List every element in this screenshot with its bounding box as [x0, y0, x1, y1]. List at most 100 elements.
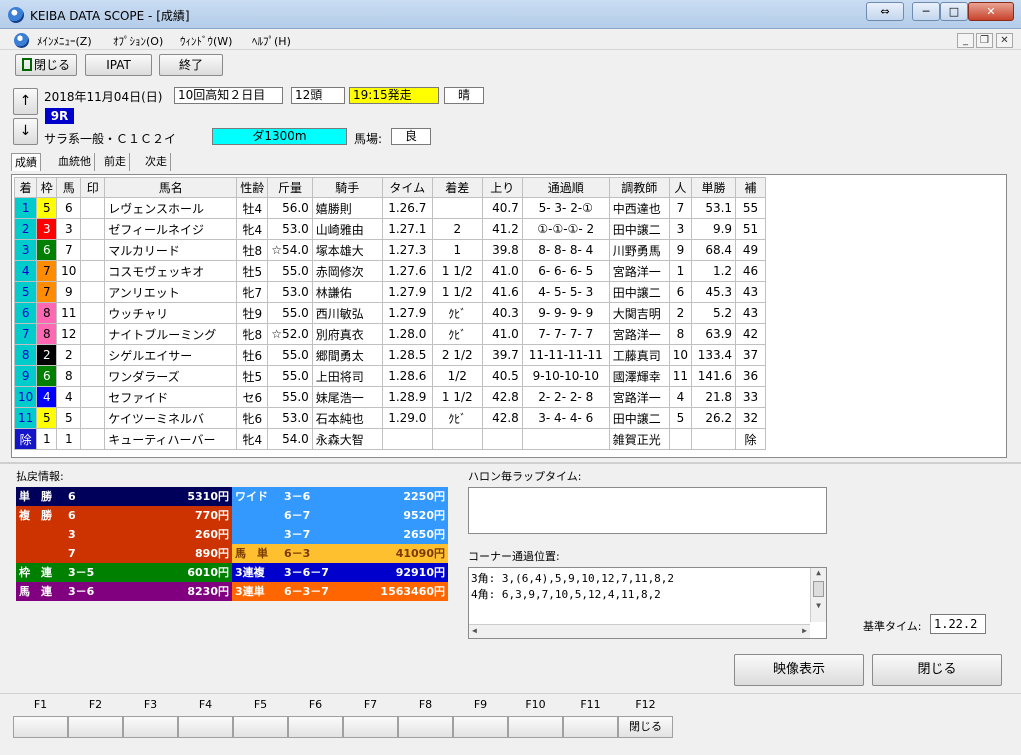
- ipat-button[interactable]: IPAT: [85, 54, 152, 76]
- column-header[interactable]: タイム: [381, 177, 433, 198]
- toolbar-close-button[interactable]: 閉じる: [15, 54, 77, 76]
- menu-help[interactable]: ﾍﾙﾌﾟ(H): [252, 33, 291, 49]
- fkey-button-f5[interactable]: [233, 716, 288, 738]
- fkey-button-f3[interactable]: [123, 716, 178, 738]
- mdi-close-button[interactable]: ✕: [996, 33, 1013, 48]
- corner-vscrollbar[interactable]: ▲ ▼: [810, 568, 826, 622]
- table-row[interactable]: 10 4 4 セファイド セ6 55.0 妹尾浩一 1.28.9 1 1/2 42.8 2- 2- …: [13, 386, 767, 408]
- corner-hscrollbar[interactable]: ◀ ▶: [469, 624, 810, 638]
- tab-previous-race[interactable]: 前走: [101, 153, 130, 171]
- column-header[interactable]: 補: [735, 177, 767, 198]
- table-cell: [80, 260, 106, 282]
- table-cell: 141.6: [691, 365, 737, 387]
- table-cell: 133.4: [691, 344, 737, 366]
- table-row[interactable]: 3 6 7 マルカリード 牡8 ☆54.0 塚本雄大 1.27.3 1 39.8 8- 8- 8- …: [13, 239, 767, 261]
- payout-combo: 3－7: [284, 528, 311, 541]
- table-row[interactable]: 11 5 5 ケイツーミネルバ 牝6 53.0 石本純也 1.29.0 ｸﾋﾞ 42.8 3- 4-…: [13, 407, 767, 429]
- table-cell: 中西達也: [608, 197, 670, 219]
- payout-amount: 8230円: [187, 585, 229, 598]
- mdi-minimize-button[interactable]: _: [957, 33, 974, 48]
- mdi-restore-button[interactable]: ❐: [976, 33, 993, 48]
- base-time-value[interactable]: 1.22.2: [930, 614, 986, 634]
- column-header[interactable]: 調教師: [608, 177, 670, 198]
- table-cell: 牡5: [236, 260, 269, 282]
- table-row[interactable]: 5 7 9 アンリエット 牝7 53.0 林謙佑 1.27.9 1 1/2 41.6 4- 5- 5…: [13, 281, 767, 303]
- column-header[interactable]: 印: [80, 177, 106, 198]
- table-cell: [80, 386, 106, 408]
- column-header[interactable]: 着: [13, 177, 38, 198]
- table-row[interactable]: 1 5 6 レヴェンスホール 牡4 56.0 嬉勝則 1.26.7 40.7 5- 3- 2-① 中…: [13, 197, 767, 219]
- column-header[interactable]: 馬名: [104, 177, 238, 198]
- payout-row: 単 勝 6 5310円: [16, 487, 232, 506]
- fkey-button-f2[interactable]: [68, 716, 123, 738]
- table-row[interactable]: 7 8 12 ナイトブルーミング 牝8 ☆52.0 別府真衣 1.28.0 ｸﾋﾞ 41.0 7- …: [13, 323, 767, 345]
- next-race-button[interactable]: ↓: [13, 118, 38, 145]
- scroll-left-icon[interactable]: ◀: [472, 626, 477, 635]
- fkey-button-f8[interactable]: [398, 716, 453, 738]
- maximize-button[interactable]: □: [940, 2, 968, 21]
- lap-times-box[interactable]: [468, 487, 827, 534]
- payout-type: 3連複: [235, 566, 265, 579]
- prev-race-button[interactable]: ↑: [13, 88, 38, 115]
- tab-results[interactable]: 成績: [11, 153, 41, 171]
- table-cell: 嬉勝則: [311, 197, 383, 219]
- column-header[interactable]: 斤量: [267, 177, 313, 198]
- table-row[interactable]: 4 7 10 コスモヴェッキオ 牡5 55.0 赤岡修次 1.27.6 1 1/2 41.0 6- …: [13, 260, 767, 282]
- table-cell: 5: [668, 407, 693, 429]
- table-cell: 39.8: [481, 239, 523, 261]
- corner-positions-box[interactable]: 3角: 3,(6,4),5,9,10,12,7,11,8,2 4角: 6,3,9…: [468, 567, 827, 639]
- table-cell: ｸﾋﾞ: [431, 323, 483, 345]
- payout-row: 3 260円: [16, 525, 232, 544]
- table-cell: 2: [36, 344, 58, 366]
- table-cell: 45.3: [691, 281, 737, 303]
- column-header[interactable]: 上り: [481, 177, 523, 198]
- fkey-button-f7[interactable]: [343, 716, 398, 738]
- table-row[interactable]: 6 8 11 ウッチャリ 牡9 55.0 西川敏弘 1.27.9 ｸﾋﾞ 40.3 9- 9- 9-…: [13, 302, 767, 324]
- table-row[interactable]: 8 2 2 シゲルエイサー 牡6 55.0 郷間勇太 1.28.5 2 1/2 39.7 11-11…: [13, 344, 767, 366]
- scroll-up-icon[interactable]: ▲: [811, 568, 826, 577]
- column-header[interactable]: 着差: [431, 177, 483, 198]
- menu-app-icon[interactable]: [14, 33, 29, 48]
- fkey-button-f11[interactable]: [563, 716, 618, 738]
- fkey-button-f12[interactable]: 閉じる: [618, 716, 673, 738]
- close-button[interactable]: 閉じる: [872, 654, 1002, 686]
- column-header[interactable]: 単勝: [691, 177, 737, 198]
- fkey-button-f1[interactable]: [13, 716, 68, 738]
- table-cell: 上田将司: [311, 365, 383, 387]
- table-cell: 2- 2- 2- 8: [521, 386, 610, 408]
- scroll-thumb[interactable]: [813, 581, 824, 597]
- column-header[interactable]: 枠: [36, 177, 58, 198]
- fkey-button-f4[interactable]: [178, 716, 233, 738]
- table-row[interactable]: 2 3 3 ゼフィールネイジ 牝4 53.0 山崎雅由 1.27.1 2 41.2 ①-①-①- 2…: [13, 218, 767, 240]
- scroll-down-icon[interactable]: ▼: [811, 601, 826, 610]
- table-cell: 55.0: [267, 365, 313, 387]
- payout-combo: 6－3: [284, 547, 311, 560]
- minimize-button[interactable]: ─: [912, 2, 940, 21]
- fkey-button-f9[interactable]: [453, 716, 508, 738]
- fkey-button-f6[interactable]: [288, 716, 343, 738]
- table-row[interactable]: 9 6 8 ワンダラーズ 牡5 55.0 上田将司 1.28.6 1/2 40.5 9-10-10-…: [13, 365, 767, 387]
- table-cell: [80, 218, 106, 240]
- column-header[interactable]: 通過順: [521, 177, 610, 198]
- tab-next-race[interactable]: 次走: [142, 153, 171, 171]
- swap-window-button[interactable]: ⇔: [866, 2, 904, 21]
- video-button[interactable]: 映像表示: [734, 654, 864, 686]
- menu-main[interactable]: ﾒｲﾝﾒﾆｭｰ(Z): [37, 33, 92, 49]
- column-header[interactable]: 馬: [56, 177, 82, 198]
- table-row[interactable]: 除 1 1 キューティハーバー 牝4 54.0 永森大智 雑賀正光除: [13, 428, 767, 450]
- race-course: ダ1300m: [212, 128, 347, 145]
- payout-type: 枠 連: [19, 566, 52, 579]
- table-cell: 1.28.0: [381, 323, 433, 345]
- exit-button[interactable]: 終了: [159, 54, 223, 76]
- column-header[interactable]: 騎手: [311, 177, 383, 198]
- column-header[interactable]: 性齢: [236, 177, 269, 198]
- menu-window[interactable]: ｳｨﾝﾄﾞｳ(W): [180, 33, 232, 49]
- close-window-button[interactable]: ✕: [968, 2, 1014, 21]
- table-cell: 10: [56, 260, 82, 282]
- column-header[interactable]: 人: [668, 177, 693, 198]
- table-cell: 除: [735, 428, 767, 450]
- scroll-right-icon[interactable]: ▶: [802, 626, 807, 635]
- fkey-button-f10[interactable]: [508, 716, 563, 738]
- tab-pedigree[interactable]: 血統他: [55, 153, 95, 171]
- menu-options[interactable]: ｵﾌﾟｼｮﾝ(O): [113, 33, 163, 49]
